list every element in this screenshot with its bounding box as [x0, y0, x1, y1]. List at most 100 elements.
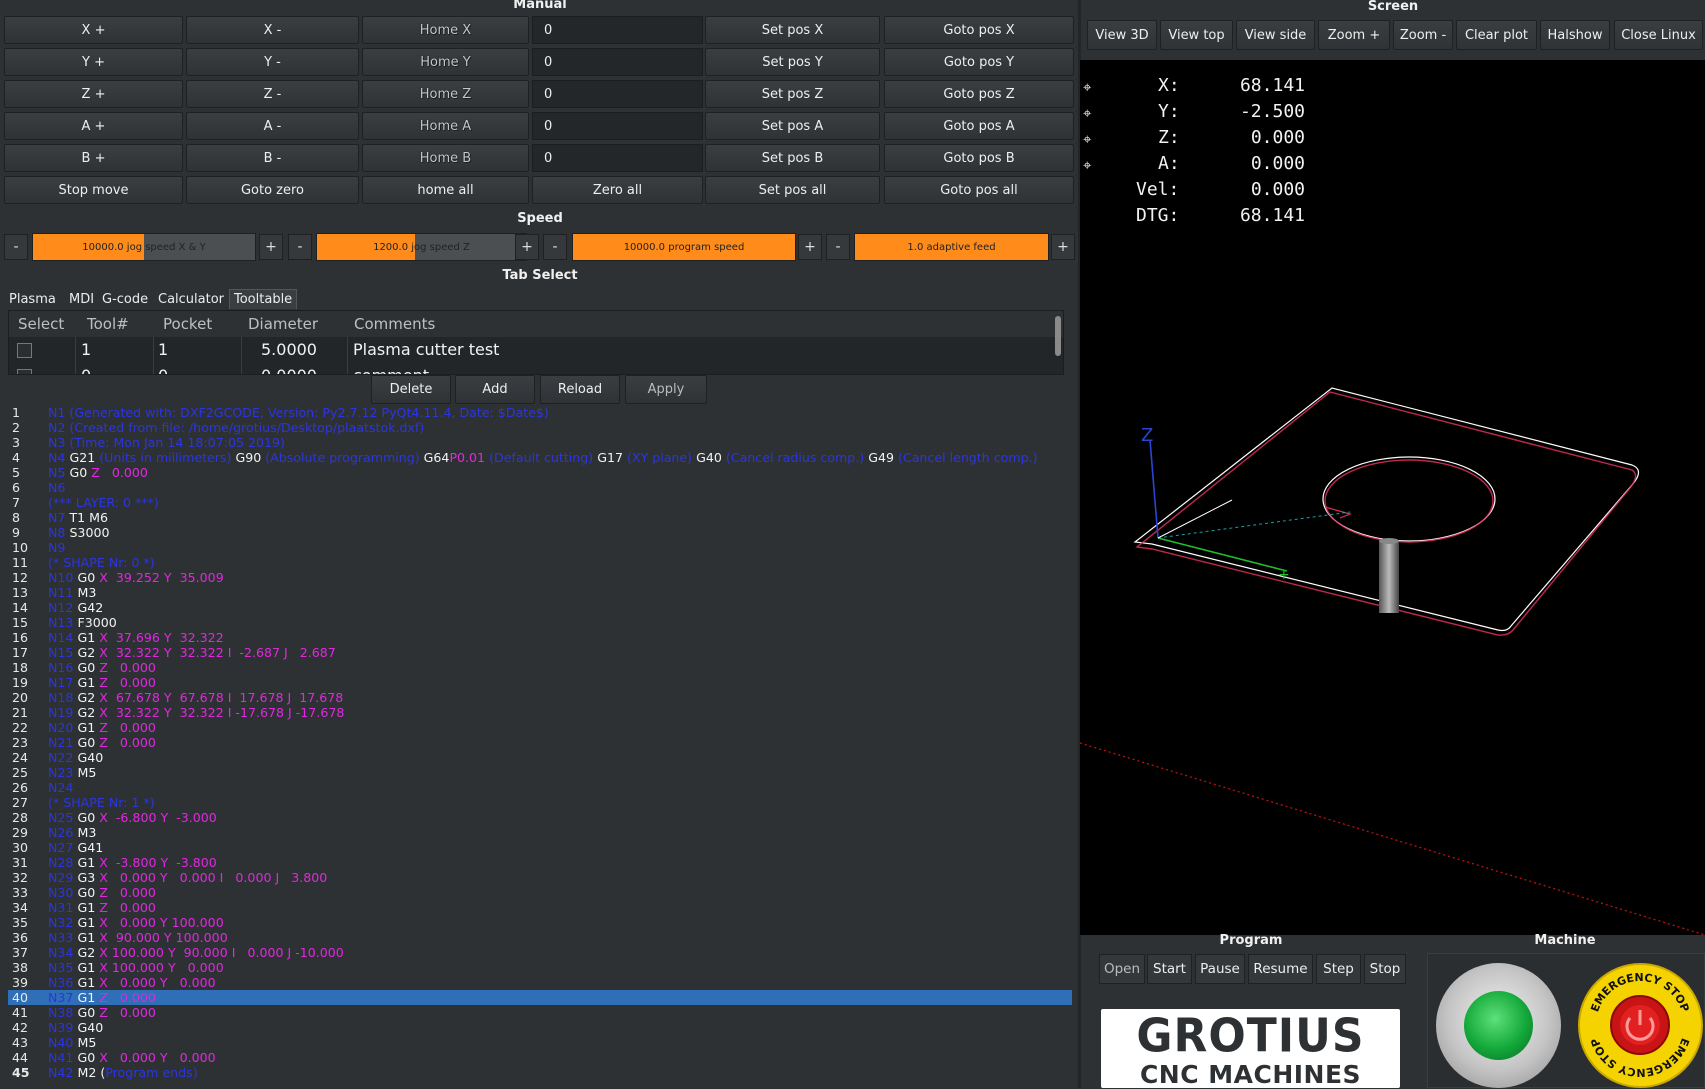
zoom-in-button[interactable]: Zoom + — [1318, 20, 1390, 50]
pocket-number[interactable]: 0 — [158, 366, 168, 374]
gcode-line[interactable]: 43 N40 M5 — [8, 1035, 1072, 1050]
select-checkbox[interactable] — [17, 369, 32, 374]
crosshair-icon[interactable]: ⌖ — [1083, 104, 1091, 122]
position-z-input[interactable]: 0 — [532, 80, 703, 108]
set-pos-b-button[interactable]: Set pos B — [705, 144, 880, 172]
gcode-line[interactable]: 1 N1 (Generated with: DXF2GCODE, Version:… — [8, 405, 1072, 420]
gcode-line[interactable]: 19 N17 G1 Z 0.000 — [8, 675, 1072, 690]
gcode-line[interactable]: 9 N8 S3000 — [8, 525, 1072, 540]
gcode-line[interactable]: 38 N35 G1 X 100.000 Y 0.000 — [8, 960, 1072, 975]
power-on-button[interactable] — [1436, 963, 1561, 1088]
gcode-line[interactable]: 31 N28 G1 X -3.800 Y -3.800 — [8, 855, 1072, 870]
home-axis-a-button[interactable]: Home A — [362, 112, 529, 140]
gcode-line[interactable]: 20 N18 G2 X 67.678 Y 67.678 I 17.678 J 17… — [8, 690, 1072, 705]
gcode-line[interactable]: 29 N26 M3 — [8, 825, 1072, 840]
gcode-line[interactable]: 42 N39 G40 — [8, 1020, 1072, 1035]
jog-minus-x-button[interactable]: X - — [186, 16, 359, 44]
goto-pos-a-button[interactable]: Goto pos A — [884, 112, 1074, 140]
jog-minus-z-button[interactable]: Z - — [186, 80, 359, 108]
jog-plus-x-button[interactable]: X + — [4, 16, 183, 44]
jog-speed-z-minus-button[interactable]: - — [288, 234, 312, 260]
gcode-line[interactable]: 27 (* SHAPE Nr: 1 *) — [8, 795, 1072, 810]
tab-calculator[interactable]: Calculator — [154, 289, 228, 309]
gcode-line[interactable]: 15 N13 F3000 — [8, 615, 1072, 630]
gcode-line[interactable]: 5 N5 G0 Z 0.000 — [8, 465, 1072, 480]
tab-plasma[interactable]: Plasma — [5, 289, 60, 309]
home-axis-b-button[interactable]: Home B — [362, 144, 529, 172]
jog-speed-xy-slider[interactable]: 10000.0 jog speed X & Y — [32, 233, 256, 261]
gcode-line[interactable]: 35 N32 G1 X 0.000 Y 100.000 — [8, 915, 1072, 930]
program-speed-minus-button[interactable]: - — [543, 234, 567, 260]
jog-speed-xy-plus-button[interactable]: + — [259, 234, 283, 260]
gcode-line[interactable]: 25 N23 M5 — [8, 765, 1072, 780]
home-axis-z-button[interactable]: Home Z — [362, 80, 529, 108]
gcode-line[interactable]: 7 (*** LAYER: 0 ***) — [8, 495, 1072, 510]
gcode-line[interactable]: 39 N36 G1 X 0.000 Y 0.000 — [8, 975, 1072, 990]
set-pos-all-button[interactable]: Set pos all — [705, 176, 880, 204]
start-program-button[interactable]: Start — [1147, 954, 1192, 984]
reload-button[interactable]: Reload — [540, 375, 620, 404]
gcode-line[interactable]: 8 N7 T1 M6 — [8, 510, 1072, 525]
adaptive-feed-slider[interactable]: 1.0 adaptive feed — [854, 233, 1049, 261]
gcode-line[interactable]: 33 N30 G0 Z 0.000 — [8, 885, 1072, 900]
zoom-out-button[interactable]: Zoom - — [1393, 20, 1453, 50]
position-y-input[interactable]: 0 — [532, 48, 703, 76]
jog-plus-a-button[interactable]: A + — [4, 112, 183, 140]
gcode-line[interactable]: 21 N19 G2 X 32.322 Y 32.322 I -17.678 J -… — [8, 705, 1072, 720]
gcode-line[interactable]: 3 N3 (Time: Mon Jan 14 18:07:05 2019) — [8, 435, 1072, 450]
gcode-line[interactable]: 4 N4 G21 (Units in millimeters) G90 (Abso… — [8, 450, 1072, 465]
goto-pos-y-button[interactable]: Goto pos Y — [884, 48, 1074, 76]
jog-speed-z-slider[interactable]: 1200.0 jog speed Z — [316, 233, 527, 261]
goto-pos-b-button[interactable]: Goto pos B — [884, 144, 1074, 172]
clear-plot-button[interactable]: Clear plot — [1456, 20, 1537, 50]
resume-program-button[interactable]: Resume — [1248, 954, 1313, 984]
gcode-line[interactable]: 13 N11 M3 — [8, 585, 1072, 600]
gcode-line[interactable]: 6 N6 — [8, 480, 1072, 495]
crosshair-icon[interactable]: ⌖ — [1083, 130, 1091, 148]
apply-button[interactable]: Apply — [625, 375, 707, 404]
set-pos-a-button[interactable]: Set pos A — [705, 112, 880, 140]
tab-tooltable[interactable]: Tooltable — [229, 289, 298, 309]
gcode-line[interactable]: 14 N12 G42 — [8, 600, 1072, 615]
gcode-line[interactable]: 18 N16 G0 Z 0.000 — [8, 660, 1072, 675]
comment-value[interactable]: comment — [353, 366, 429, 374]
jog-plus-b-button[interactable]: B + — [4, 144, 183, 172]
gcode-line[interactable]: 16 N14 G1 X 37.696 Y 32.322 — [8, 630, 1072, 645]
pause-program-button[interactable]: Pause — [1195, 954, 1245, 984]
gcode-line[interactable]: 23 N21 G0 Z 0.000 — [8, 735, 1072, 750]
home-axis-y-button[interactable]: Home Y — [362, 48, 529, 76]
goto-pos-x-button[interactable]: Goto pos X — [884, 16, 1074, 44]
gcode-line[interactable]: 10 N9 — [8, 540, 1072, 555]
goto-zero-button[interactable]: Goto zero — [186, 176, 359, 204]
gcode-line[interactable]: 30 N27 G41 — [8, 840, 1072, 855]
view-3d-button[interactable]: View 3D — [1087, 20, 1157, 50]
position-x-input[interactable]: 0 — [532, 16, 703, 44]
position-a-input[interactable]: 0 — [532, 112, 703, 140]
tooltable-scrollbar[interactable] — [1055, 316, 1061, 356]
zero-all-button[interactable]: Zero all — [532, 176, 703, 204]
set-pos-z-button[interactable]: Set pos Z — [705, 80, 880, 108]
gcode-line[interactable]: 36 N33 G1 X 90.000 Y 100.000 — [8, 930, 1072, 945]
gcode-line[interactable]: 32 N29 G3 X 0.000 Y 0.000 I 0.000 J 3.800 — [8, 870, 1072, 885]
crosshair-icon[interactable]: ⌖ — [1083, 156, 1091, 174]
add-button[interactable]: Add — [455, 375, 535, 404]
gcode-line[interactable]: 37 N34 G2 X 100.000 Y 90.000 I 0.000 J -1… — [8, 945, 1072, 960]
set-pos-x-button[interactable]: Set pos X — [705, 16, 880, 44]
home-axis-x-button[interactable]: Home X — [362, 16, 529, 44]
program-speed-slider[interactable]: 10000.0 program speed — [572, 233, 796, 261]
gcode-line[interactable]: 17 N15 G2 X 32.322 Y 32.322 I -2.687 J 2.… — [8, 645, 1072, 660]
jog-speed-xy-minus-button[interactable]: - — [4, 234, 28, 260]
set-pos-y-button[interactable]: Set pos Y — [705, 48, 880, 76]
pocket-number[interactable]: 1 — [158, 340, 168, 359]
diameter-value[interactable]: 0.0000 — [261, 366, 317, 374]
halshow-button[interactable]: Halshow — [1540, 20, 1610, 50]
stop-program-button[interactable]: Stop — [1364, 954, 1406, 984]
jog-speed-z-plus-button[interactable]: + — [515, 234, 539, 260]
goto-pos-all-button[interactable]: Goto pos all — [884, 176, 1074, 204]
gcode-viewer[interactable]: 1 N1 (Generated with: DXF2GCODE, Version:… — [8, 405, 1072, 1085]
tool-number[interactable]: 0 — [81, 366, 91, 374]
gcode-line[interactable]: 11 (* SHAPE Nr: 0 *) — [8, 555, 1072, 570]
gcode-line[interactable]: 12 N10 G0 X 39.252 Y 35.009 — [8, 570, 1072, 585]
jog-plus-z-button[interactable]: Z + — [4, 80, 183, 108]
position-b-input[interactable]: 0 — [532, 144, 703, 172]
